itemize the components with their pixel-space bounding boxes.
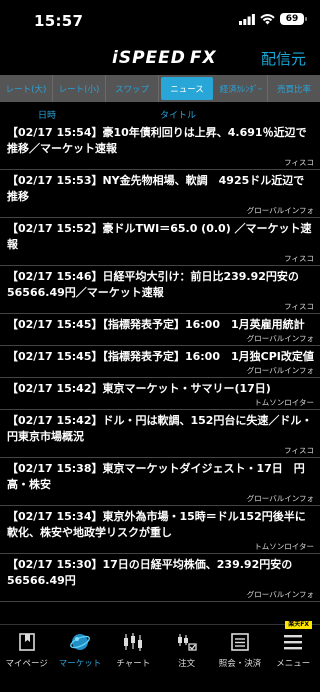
status-icons: 69 [239, 13, 307, 25]
news-title: 【02/17 15:34】東京外為市場・15時＝ドル152円後半に軟化、株安や地… [7, 510, 306, 539]
news-item[interactable]: 【02/17 15:53】NY金先物相場、軟調 4925ドル近辺で推移 グローバ… [0, 170, 320, 218]
news-source: フィスコ [284, 254, 314, 263]
news-item[interactable]: 【02/17 15:38】東京マーケットダイジェスト・17日 円高・株安 グロー… [0, 458, 320, 506]
news-item[interactable]: 【02/17 15:42】ドル・円は軟調、152円台に失速／ドル・円東京市場概況… [0, 410, 320, 458]
nav-menu[interactable]: 楽天FX メニュー [267, 621, 320, 692]
news-item[interactable]: 【02/17 15:34】東京外為市場・15時＝ドル152円後半に軟化、株安や地… [0, 506, 320, 554]
app-logo: iSPEED FX [112, 48, 217, 68]
battery-level: 69 [285, 14, 299, 24]
tab-trade-ratio[interactable]: 売買比率 [268, 75, 320, 102]
tab-rate-small[interactable]: レート(小) [53, 75, 106, 102]
tab-news[interactable]: ニュース [161, 77, 213, 100]
nav-label: メニュー [276, 659, 311, 669]
source-settings-button[interactable]: 配信元 [261, 48, 306, 69]
signal-icon [239, 13, 255, 25]
tab-economic-calendar[interactable]: 経済ｶﾚﾝﾀﾞｰ [215, 75, 268, 102]
news-title: 【02/17 15:53】NY金先物相場、軟調 4925ドル近辺で推移 [7, 174, 305, 203]
news-item[interactable]: 【02/17 15:42】東京マーケット・サマリー(17日) トムソンロイター [0, 378, 320, 410]
news-title: 【02/17 15:42】東京マーケット・サマリー(17日) [7, 382, 271, 395]
news-source: グローバルインフォ [246, 590, 314, 599]
news-source: グローバルインフォ [246, 494, 314, 503]
news-source: グローバルインフォ [246, 366, 314, 375]
news-item[interactable]: 【02/17 15:30】17日の日経平均株価、239.92円安の56566.4… [0, 554, 320, 602]
order-icon [176, 631, 198, 653]
battery-icon: 69 [280, 13, 307, 25]
column-title: タイトル [160, 111, 197, 121]
app-header: iSPEED FX 配信元 [0, 44, 320, 74]
news-source: トムソンロイター [254, 398, 314, 407]
status-bar: 15:57 69 [0, 0, 320, 44]
news-title: 【02/17 15:42】ドル・円は軟調、152円台に失速／ドル・円東京市場概況 [7, 414, 313, 443]
nav-label: 注文 [178, 659, 196, 669]
news-item[interactable]: 【02/17 15:54】豪10年債利回りは上昇、4.691％近辺で推移／マーケ… [0, 122, 320, 170]
news-title: 【02/17 15:54】豪10年債利回りは上昇、4.691％近辺で推移／マーケ… [7, 126, 307, 155]
news-source: トムソンロイター [254, 542, 314, 551]
news-title: 【02/17 15:52】豪ドルTWI＝65.0 (0.0) ／マーケット速報 [7, 222, 312, 251]
news-column-header: 日時 タイトル [0, 104, 320, 122]
news-title: 【02/17 15:45】【指標発表予定】16:00 1月独CPI改定値 [7, 350, 314, 363]
nav-market[interactable]: マーケット [53, 625, 106, 692]
tab-swap[interactable]: スワップ [106, 75, 159, 102]
rakuten-fx-badge: 楽天FX [285, 621, 312, 629]
news-source: フィスコ [284, 446, 314, 455]
bookmark-icon [16, 631, 38, 653]
news-list: 【02/17 15:54】豪10年債利回りは上昇、4.691％近辺で推移／マーケ… [0, 122, 320, 622]
nav-label: 照会・決済 [218, 659, 262, 669]
nav-label: チャート [116, 659, 151, 669]
tab-rate-large[interactable]: レート(大) [0, 75, 53, 102]
nav-label: マーケット [58, 659, 102, 669]
news-item[interactable]: 【02/17 15:45】【指標発表予定】16:00 1月独CPI改定値 グロー… [0, 346, 320, 378]
news-title: 【02/17 15:38】東京マーケットダイジェスト・17日 円高・株安 [7, 462, 305, 491]
news-source: グローバルインフォ [246, 206, 314, 215]
nav-label: マイページ [5, 659, 48, 669]
nav-order[interactable]: 注文 [160, 625, 213, 692]
logo-speed: SPEED [118, 48, 186, 68]
globe-icon [69, 631, 91, 653]
news-source: フィスコ [284, 302, 314, 311]
wifi-icon [260, 13, 275, 24]
news-title: 【02/17 15:30】17日の日経平均株価、239.92円安の56566.4… [7, 558, 293, 587]
bottom-nav: マイページ マーケット チャート 注文 照会・決済 楽天FX メニュー [0, 621, 320, 692]
nav-inquiry-settlement[interactable]: 照会・決済 [213, 625, 266, 692]
menu-icon [282, 631, 304, 653]
logo-fx: FX [189, 48, 217, 68]
document-icon [229, 631, 251, 653]
news-title: 【02/17 15:46】日経平均大引け：前日比239.92円安の56566.4… [7, 270, 299, 299]
market-tabs: レート(大) レート(小) スワップ ニュース 経済ｶﾚﾝﾀﾞｰ 売買比率 [0, 75, 320, 102]
news-item[interactable]: 【02/17 15:52】豪ドルTWI＝65.0 (0.0) ／マーケット速報 … [0, 218, 320, 266]
news-title: 【02/17 15:45】【指標発表予定】16:00 1月英雇用統計 [7, 318, 305, 331]
news-source: フィスコ [284, 158, 314, 167]
logo-i: i [112, 48, 119, 68]
news-source: グローバルインフォ [246, 334, 314, 343]
candlestick-icon [122, 631, 144, 653]
news-item[interactable]: 【02/17 15:46】日経平均大引け：前日比239.92円安の56566.4… [0, 266, 320, 314]
nav-mypage[interactable]: マイページ [0, 625, 53, 692]
news-item[interactable]: 【02/17 15:45】【指標発表予定】16:00 1月英雇用統計 グローバル… [0, 314, 320, 346]
nav-chart[interactable]: チャート [107, 625, 160, 692]
column-date: 日時 [38, 111, 57, 121]
status-time: 15:57 [34, 12, 84, 30]
